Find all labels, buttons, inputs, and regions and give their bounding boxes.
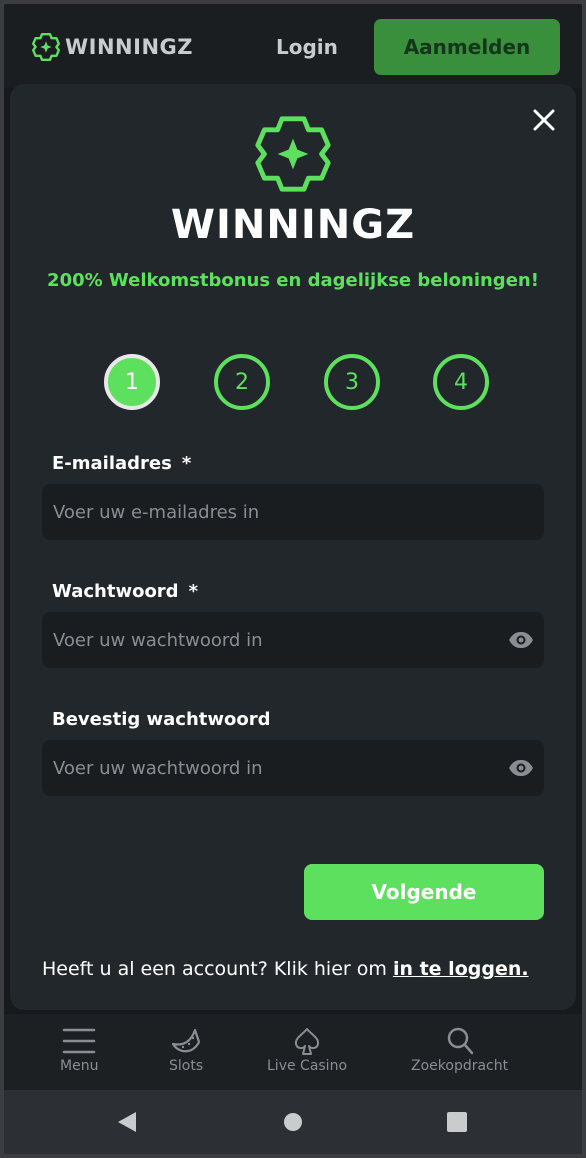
- brand-logo[interactable]: WINNINGZ: [30, 31, 193, 63]
- email-label-text: E-mailadres: [52, 453, 172, 474]
- password-field[interactable]: [53, 629, 473, 651]
- login-prompt-text: Heeft u al een account? Klik hier om: [42, 958, 393, 980]
- nav-label: Menu: [60, 1058, 99, 1074]
- menu-icon: [62, 1028, 96, 1054]
- login-link[interactable]: Login: [276, 35, 338, 59]
- promo-text: 200% Welkomstbonus en dagelijkse belonin…: [47, 270, 539, 291]
- modal-logo: WINNINGZ: [10, 110, 576, 248]
- recents-icon[interactable]: [446, 1110, 468, 1134]
- back-icon[interactable]: [116, 1110, 138, 1134]
- system-nav-bar: [4, 1090, 582, 1154]
- login-here-link[interactable]: in te loggen.: [393, 958, 529, 980]
- eye-icon[interactable]: [508, 757, 534, 779]
- logo-wordmark: WINNINGZ: [170, 202, 416, 248]
- clover-icon: [32, 33, 60, 61]
- confirm-password-field[interactable]: [53, 757, 473, 779]
- signup-button[interactable]: Aanmelden: [374, 19, 560, 75]
- password-label-text: Wachtwoord: [52, 581, 179, 602]
- step-2: 2: [214, 354, 270, 410]
- app-frame: WINNINGZ Login Aanmelden WINNINGZ 200% W…: [4, 4, 582, 1154]
- confirm-password-label-text: Bevestig wachtwoord: [52, 709, 271, 730]
- login-prompt: Heeft u al een account? Klik hier om in …: [42, 958, 562, 980]
- required-marker: *: [188, 581, 198, 602]
- eye-icon[interactable]: [508, 629, 534, 651]
- spade-icon: [294, 1028, 320, 1055]
- required-marker: *: [181, 453, 192, 474]
- registration-modal: WINNINGZ 200% Welkomstbonus en dagelijks…: [10, 84, 576, 1010]
- confirm-password-field-wrapper: [42, 740, 544, 796]
- nav-label: Zoekopdracht: [411, 1058, 509, 1074]
- nav-label: Live Casino: [267, 1058, 348, 1074]
- password-field-wrapper: [42, 612, 544, 668]
- watermelon-icon: [171, 1028, 201, 1053]
- home-icon[interactable]: [282, 1110, 304, 1134]
- confirm-password-label: Bevestig wachtwoord: [52, 709, 271, 730]
- step-indicator: 1 2 3 4: [10, 354, 576, 414]
- password-label: Wachtwoord *: [52, 581, 198, 602]
- step-3: 3: [324, 354, 380, 410]
- step-1: 1: [104, 354, 160, 410]
- bottom-navigation: Menu Slots Live Casino Zoekopdracht: [4, 1014, 582, 1090]
- nav-item-search[interactable]: Zoekopdracht: [411, 1026, 508, 1074]
- nav-item-live-casino[interactable]: Live Casino: [267, 1026, 347, 1074]
- top-bar: WINNINGZ Login Aanmelden: [4, 4, 582, 88]
- nav-label: Slots: [169, 1058, 204, 1074]
- next-button[interactable]: Volgende: [304, 864, 544, 920]
- nav-item-menu[interactable]: Menu: [60, 1026, 98, 1074]
- step-4: 4: [433, 354, 489, 410]
- brand-name: WINNINGZ: [65, 35, 193, 59]
- search-icon: [447, 1027, 473, 1055]
- clover-logo-icon: [255, 116, 331, 192]
- email-label: E-mailadres *: [52, 453, 191, 474]
- nav-item-slots[interactable]: Slots: [169, 1026, 203, 1074]
- email-field[interactable]: [53, 501, 473, 523]
- email-field-wrapper: [42, 484, 544, 540]
